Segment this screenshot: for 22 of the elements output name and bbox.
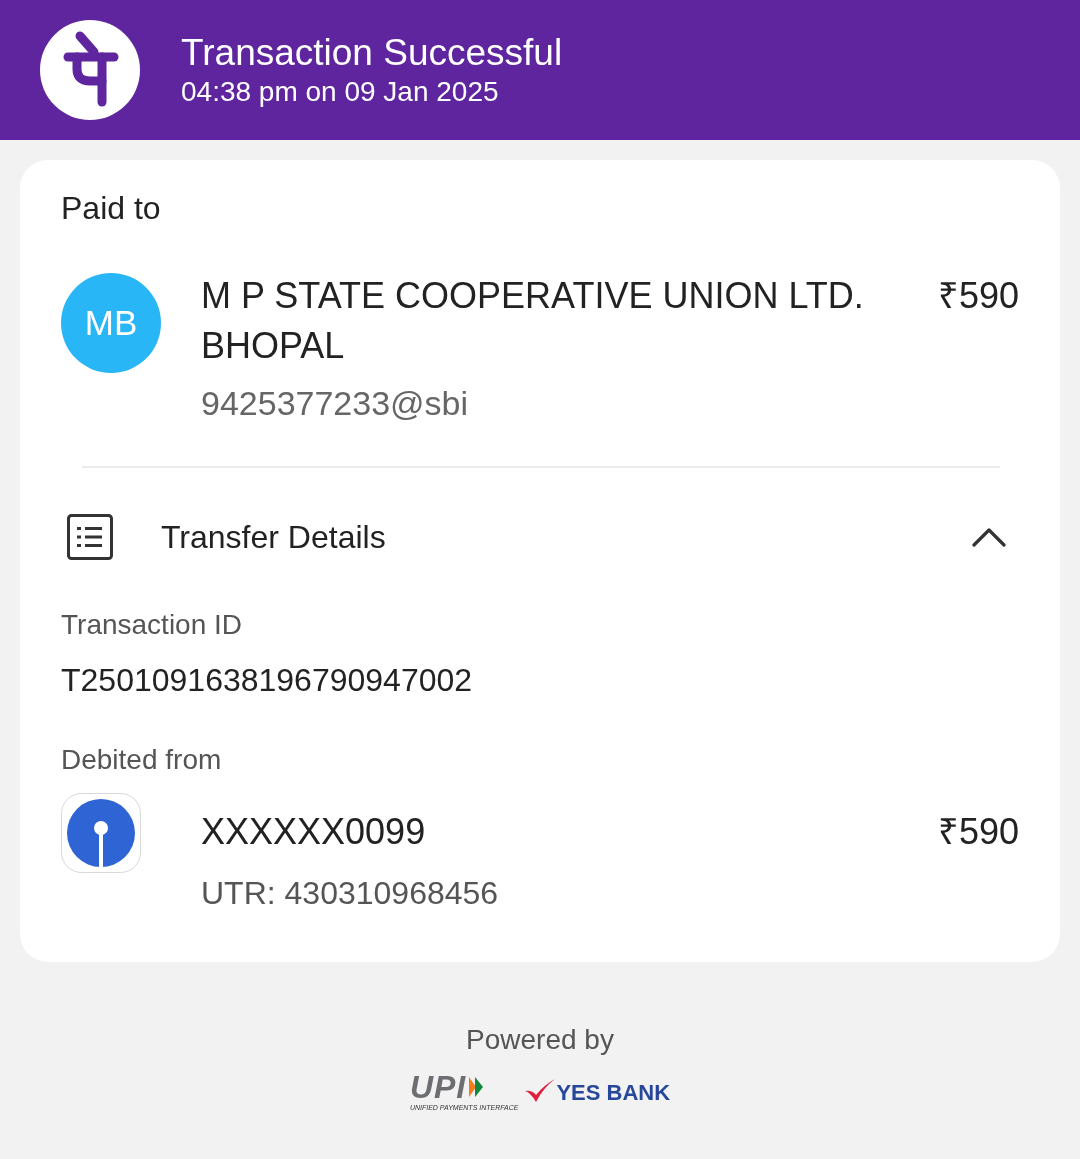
bank-name: YES BANK [556,1080,671,1106]
amount: ₹590 [937,274,1019,318]
account-number: XXXXXX0099 [201,810,426,854]
section-label: Paid to [61,189,162,228]
transaction-time: 04:38 pm on 09 Jan 2025 [181,75,500,109]
avatar: MB [61,273,161,373]
logo-icon [40,20,140,120]
field-value: T2501091638196790947002 [61,661,474,700]
upi-wordmark: UPI [409,1072,467,1102]
list-icon [67,514,113,560]
utr-number: UTR: 430310968456 [201,874,500,913]
chevron-up-icon[interactable] [972,527,1006,547]
payee-name: M P STATE COOPERATIVE UNION LTD. BHOPAL [201,274,865,368]
powered-by-text: Powered by [466,1023,614,1057]
arrow-icon [468,1076,485,1098]
field-label: Debited from [61,743,223,777]
bank-icon [61,793,141,873]
section-title: Transfer Details [161,518,387,557]
upi-id: 9425377233@sbi [201,383,470,424]
field-label: Transaction ID [61,608,244,642]
amount: ₹590 [937,810,1019,854]
status-title: Transaction Successful [181,31,563,75]
